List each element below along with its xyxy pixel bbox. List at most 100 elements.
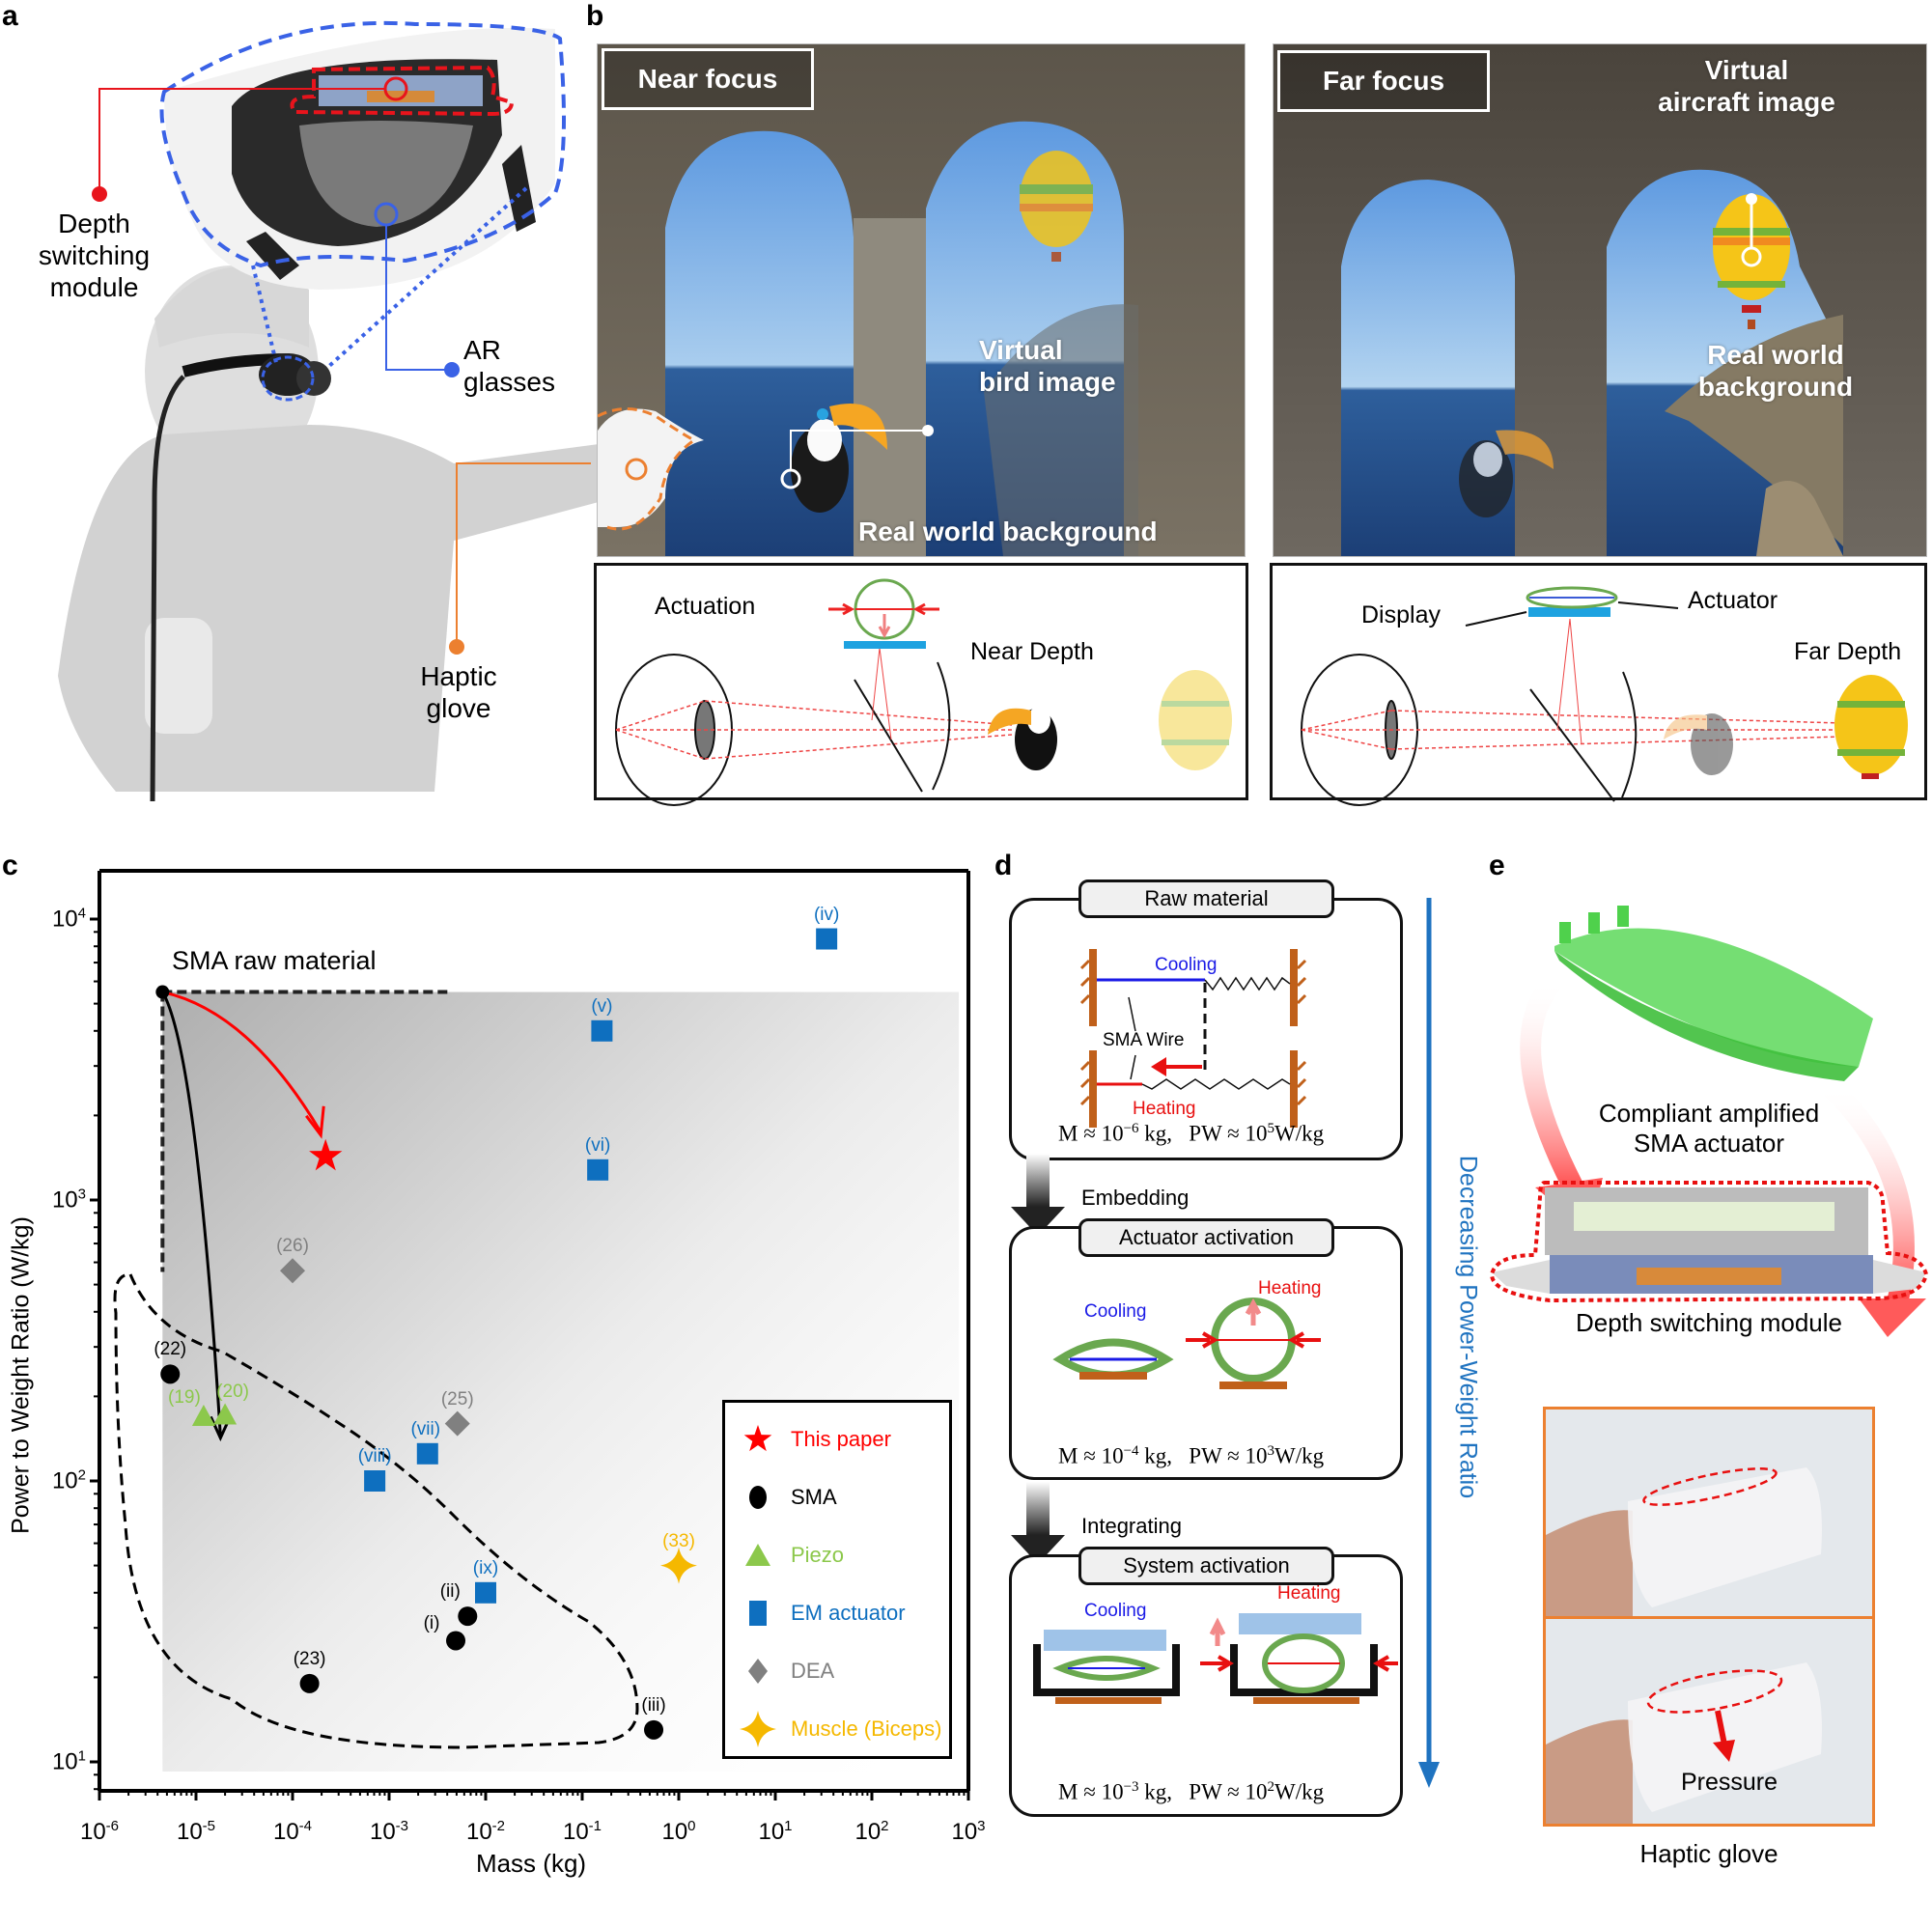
legend-label: SMA — [791, 1485, 837, 1509]
legend-item: This paper — [739, 1420, 891, 1459]
marker-circle — [160, 1364, 181, 1384]
x-tick-label: 10-2 — [465, 1818, 506, 1845]
x-tick-label: 10-4 — [272, 1818, 313, 1845]
stage-formula: M ≈ 10−6 kg, PW ≈ 105W/kg — [1058, 1121, 1324, 1147]
far-depth-label: Far Depth — [1794, 638, 1902, 665]
legend-item: Muscle (Biceps) — [739, 1710, 941, 1748]
near-focus-scene: Near focus Virtual bird image Real world… — [597, 43, 1246, 557]
legend-symbol-diamond — [748, 1659, 768, 1684]
integrating-label: Integrating — [1081, 1514, 1182, 1538]
label-depth-switching-module: Depth switching module — [19, 208, 169, 303]
legend-label: Piezo — [791, 1543, 845, 1567]
label-line: bird image — [979, 367, 1116, 397]
stage-formula: M ≈ 10−3 kg, PW ≈ 102W/kg — [1058, 1779, 1324, 1805]
y-tick-label: 102 — [51, 1466, 86, 1494]
point-label: (22) — [154, 1339, 187, 1360]
legend-symbol-square — [749, 1601, 767, 1626]
cooling-label: Cooling — [1084, 1601, 1147, 1621]
y-tick-label: 103 — [51, 1186, 86, 1214]
panel-b-letter: b — [586, 0, 604, 32]
stage-title-actuator-activation: Actuator activation — [1078, 1218, 1334, 1257]
marker-square — [416, 1442, 438, 1465]
point-label: (33) — [662, 1530, 695, 1551]
far-real-world-label: Real world background — [1684, 339, 1867, 403]
formula-pw-unit: W/kg — [1274, 1779, 1325, 1804]
legend-symbol-circle — [749, 1486, 767, 1509]
legend-sparkle-icon — [740, 1711, 776, 1747]
legend-item: Piezo — [739, 1536, 844, 1575]
formula-mass-exp: −6 — [1123, 1121, 1139, 1136]
virtual-aircraft-label: Virtual aircraft image — [1650, 54, 1843, 118]
depth-module-label: Depth switching module — [1575, 1308, 1843, 1337]
toucan-icon — [988, 707, 1057, 770]
label-line: Virtual — [1704, 55, 1789, 85]
heating-label: Heating — [1277, 1583, 1341, 1604]
virtual-bird-label: Virtual bird image — [979, 334, 1116, 398]
formula-mass-unit: kg, — [1138, 1121, 1173, 1146]
near-scene-art — [598, 121, 1138, 556]
formula-pw-unit: W/kg — [1274, 1121, 1325, 1146]
near-real-world-label: Real world background — [858, 516, 1158, 546]
sma-raw-annotation: SMA raw material — [172, 946, 377, 975]
legend-symbol-sparkle — [740, 1711, 776, 1747]
legend-circle-icon — [749, 1486, 767, 1509]
point-label: (v) — [591, 995, 613, 1017]
panel-a-figure: Depth switching module AR glasses Haptic… — [0, 0, 599, 802]
point-label: (i) — [423, 1613, 440, 1634]
marker-square — [591, 1019, 613, 1042]
x-tick-label: 103 — [951, 1818, 986, 1845]
legend-star-icon — [743, 1425, 772, 1452]
label-line: Haptic — [420, 661, 497, 691]
panel-d-letter: d — [994, 850, 1013, 881]
sma-raw-point — [155, 985, 170, 999]
legend-symbol-star — [743, 1425, 772, 1452]
chart-container: 10-6 10-5 10-4 10-3 10-2 10-1 100 101 102 103 101 1… — [0, 850, 986, 1885]
marker-square — [475, 1581, 496, 1604]
point-label: (ii) — [439, 1581, 461, 1603]
formula-mass-unit: kg, — [1138, 1779, 1173, 1804]
marker-circle — [458, 1606, 478, 1627]
point-label: (iv) — [813, 904, 840, 925]
display-bar — [844, 641, 926, 649]
x-tick-label: 10-5 — [176, 1818, 216, 1845]
pressure-label: Pressure — [1681, 1769, 1778, 1796]
label-haptic-glove: Haptic glove — [410, 660, 507, 724]
formula-pw-exp: 2 — [1267, 1779, 1275, 1795]
balloon-icon — [1834, 675, 1908, 779]
label-line: glove — [426, 693, 491, 723]
sma-actuator-render — [1554, 906, 1873, 1081]
display-label: Display — [1361, 601, 1441, 628]
point-label: (23) — [293, 1648, 326, 1669]
marker-square — [364, 1470, 386, 1492]
formula-pw: PW ≈ 10 — [1189, 1779, 1268, 1804]
marker-circle — [299, 1673, 320, 1693]
legend-symbol-triangle — [745, 1544, 770, 1566]
toucan-icon — [1664, 713, 1733, 775]
point-label: (iii) — [641, 1694, 666, 1716]
depth-module-render — [1492, 1187, 1926, 1294]
legend-label: Muscle (Biceps) — [791, 1717, 942, 1741]
cooling-label: Cooling — [1155, 955, 1218, 975]
stage-title-system-activation: System activation — [1078, 1547, 1334, 1585]
marker-square — [816, 928, 838, 950]
x-tick-label: 101 — [758, 1818, 793, 1845]
formula-pw-exp: 5 — [1267, 1121, 1275, 1136]
decreasing-arrow — [1418, 898, 1440, 1788]
near-depth-label: Near Depth — [970, 638, 1094, 665]
stage-system-activation: Cooling Heating M ≈ 10−3 kg, PW ≈ 102W/k… — [1009, 1554, 1403, 1817]
label-line: background — [1697, 372, 1854, 402]
legend-triangle-icon — [745, 1544, 770, 1566]
label-line: Depth — [58, 209, 130, 238]
decreasing-pw-label: Decreasing Power-Weight Ratio — [1454, 1155, 1482, 1499]
heating-label: Heating — [1258, 1278, 1322, 1298]
far-focus-scene: Far focus Virtual aircraft image Real wo… — [1273, 43, 1927, 557]
formula-pw-exp: 3 — [1267, 1443, 1275, 1459]
far-focus-label: Far focus — [1277, 50, 1490, 112]
formula-mass: M ≈ 10 — [1058, 1443, 1124, 1468]
stage-actuator-activation: Cooling Heating M ≈ 10−4 kg, PW ≈ 103W/k… — [1009, 1226, 1403, 1480]
legend-item: DEA — [739, 1652, 834, 1690]
formula-pw: PW ≈ 10 — [1189, 1121, 1268, 1146]
formula-mass-exp: −3 — [1123, 1779, 1139, 1795]
glove-photo-pressure: Pressure — [1543, 1616, 1875, 1827]
label-ar-glasses: AR glasses — [463, 334, 555, 398]
